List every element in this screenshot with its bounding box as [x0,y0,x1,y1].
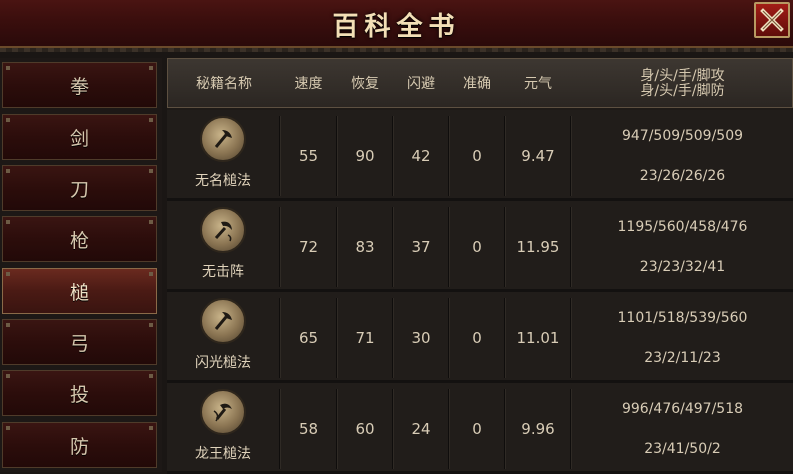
nav-item-blade[interactable]: 刀 [2,165,157,211]
header-energy: 元气 [524,75,552,92]
energy-cell: 9.96 [504,389,571,469]
energy-cell: 11.95 [504,207,571,287]
attack-defense-cell: 947/509/509/509 23/26/26/26 [570,116,793,196]
header-accuracy: 准确 [463,75,491,92]
speed-cell: 55 [279,116,337,196]
attack-values: 1101/518/539/560 [617,310,748,326]
nav-item-label: 剑 [69,127,89,150]
recover-cell: 60 [336,389,393,469]
dodge-cell: 37 [392,207,449,287]
attack-values: 996/476/497/518 [621,401,744,417]
defense-values: 23/2/11/23 [644,350,721,366]
skill-cell: 闪光槌法 [167,298,279,378]
dragon-hammer-icon [200,389,246,435]
speed-cell: 72 [279,207,337,287]
header-attack-defense: 身/头/手/脚攻 身/头/手/脚防 [571,59,793,109]
defense-values: 23/26/26/26 [639,168,726,184]
nav-item-sword[interactable]: 剑 [2,114,157,160]
recover-cell: 71 [336,298,393,378]
attack-values: 1195/560/458/476 [617,219,748,235]
skill-cell: 无名槌法 [167,116,279,196]
nav-item-label: 枪 [69,229,89,252]
attack-defense-cell: 1101/518/539/560 23/2/11/23 [570,298,793,378]
header-name: 秘籍名称 [196,75,252,92]
attack-defense-cell: 1195/560/458/476 23/23/32/41 [570,207,793,287]
close-icon [760,8,784,32]
nav-item-label: 弓 [69,332,89,355]
header-dodge: 闪避 [407,75,435,92]
nav-item-spear[interactable]: 枪 [2,216,157,262]
table-row[interactable]: 闪光槌法 65 71 30 0 11.01 1101/518/539/560 2… [167,292,793,383]
skill-name: 无名槌法 [195,173,251,189]
skill-name: 闪光槌法 [195,355,251,371]
table-row[interactable]: 龙王槌法 58 60 24 0 9.96 996/476/497/518 23/… [167,383,793,474]
window-title: 百科全书 [332,12,461,42]
nav-item-label: 投 [69,383,89,406]
nav-item-throw[interactable]: 投 [2,370,157,416]
axe-icon [200,116,246,162]
dodge-cell: 42 [392,116,449,196]
nav-item-label: 拳 [69,75,89,98]
nav-item-hammer[interactable]: 槌 [2,268,157,314]
close-button[interactable] [754,2,790,38]
dodge-cell: 24 [392,389,449,469]
title-bar: 百科全书 [0,0,793,52]
recover-cell: 90 [336,116,393,196]
table-header: 秘籍名称 速度 恢复 闪避 准确 元气 身/头/手/脚攻 身/头/手/脚防 [167,58,793,108]
nav-item-defense[interactable]: 防 [2,422,157,468]
accuracy-cell: 0 [448,116,505,196]
skill-name: 龙王槌法 [195,446,251,462]
attack-values: 947/509/509/509 [621,128,744,144]
skill-table: 秘籍名称 速度 恢复 闪避 准确 元气 身/头/手/脚攻 身/头/手/脚防 无名… [167,58,793,474]
nav-item-label: 防 [69,435,89,458]
table-row[interactable]: 无击阵 72 83 37 0 11.95 1195/560/458/476 23… [167,201,793,292]
dodge-cell: 30 [392,298,449,378]
skill-cell: 龙王槌法 [167,389,279,469]
defense-values: 23/23/32/41 [639,259,726,275]
accuracy-cell: 0 [448,389,505,469]
speed-cell: 65 [279,298,337,378]
table-row[interactable]: 无名槌法 55 90 42 0 9.47 947/509/509/509 23/… [167,110,793,201]
defense-values: 23/41/50/2 [644,441,721,457]
nav-item-fist[interactable]: 拳 [2,62,157,108]
energy-cell: 11.01 [504,298,571,378]
nav-item-label: 槌 [69,281,89,304]
skill-cell: 无击阵 [167,207,279,287]
energy-cell: 9.47 [504,116,571,196]
header-recover: 恢复 [351,75,379,92]
nav-item-label: 刀 [69,178,89,201]
header-attack: 身/头/手/脚攻 [640,68,725,84]
speed-cell: 58 [279,389,337,469]
recover-cell: 83 [336,207,393,287]
skill-name: 无击阵 [202,264,244,280]
accuracy-cell: 0 [448,298,505,378]
category-sidebar: 拳 剑 刀 枪 槌 弓 投 防 [0,58,162,472]
nav-item-bow[interactable]: 弓 [2,319,157,365]
header-speed: 速度 [294,75,323,92]
accuracy-cell: 0 [448,207,505,287]
header-defense: 身/头/手/脚防 [640,83,725,99]
axe-icon [200,298,246,344]
hammer-swirl-icon [200,207,246,253]
attack-defense-cell: 996/476/497/518 23/41/50/2 [570,389,793,469]
